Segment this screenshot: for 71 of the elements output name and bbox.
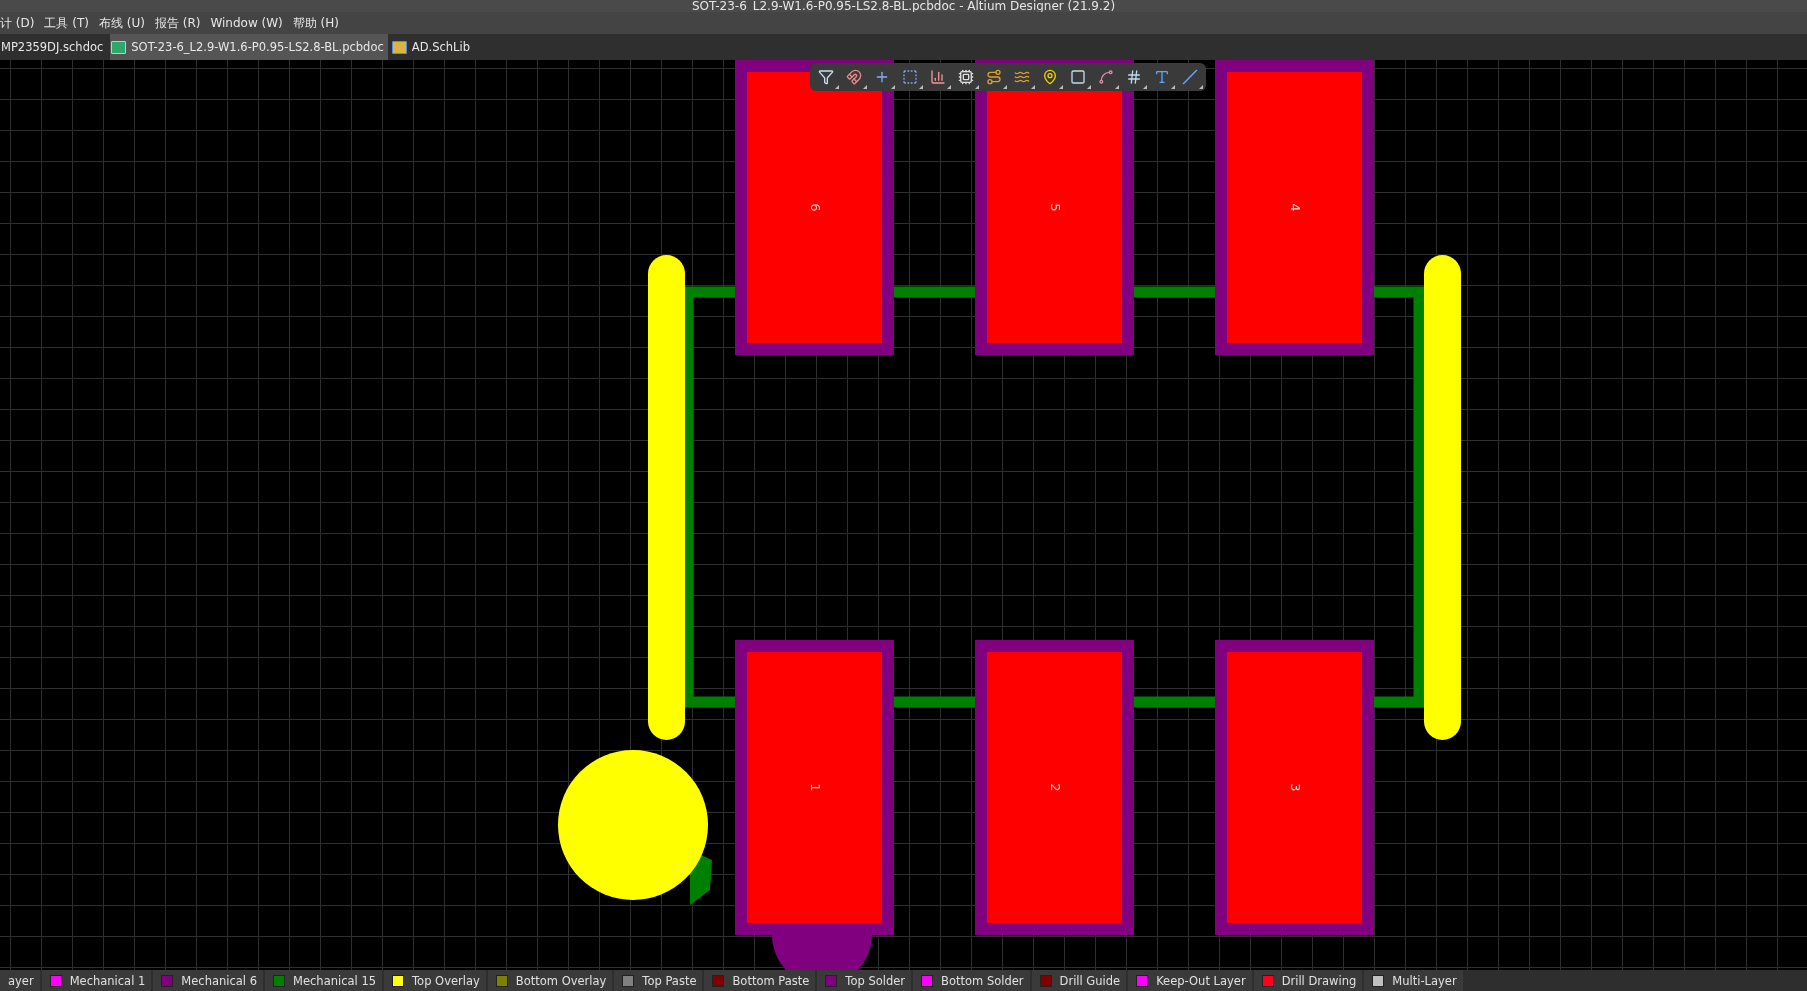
pad: 5 xyxy=(975,60,1134,355)
window-title: SOT-23-6_L2.9-W1.6-P0.95-LS2.8-BL.pcbdoc - Altium Designer (21.9.2) xyxy=(691,0,1116,12)
layer-name: Mechanical 1 xyxy=(69,973,146,988)
layer-tab[interactable]: Mechanical 15 xyxy=(265,970,383,991)
bar-chart-tool[interactable] xyxy=(928,67,948,87)
spline-tool[interactable] xyxy=(1096,67,1116,87)
menu-item[interactable]: 帮助 (H) xyxy=(292,14,339,32)
dashed-square-tool[interactable] xyxy=(900,67,920,87)
document-tab[interactable]: SOT-23-6_L2.9-W1.6-P0.95-LS2.8-BL.pcbdoc xyxy=(110,34,388,60)
layer-tab[interactable]: Bottom Overlay xyxy=(487,970,613,991)
pad: 2 xyxy=(975,640,1134,935)
filter-tool[interactable] xyxy=(816,67,836,87)
layer-tab[interactable]: ayer xyxy=(0,970,40,991)
document-icon xyxy=(391,40,407,54)
layer-tab[interactable]: Bottom Solder xyxy=(913,970,1030,991)
dashed-square-icon xyxy=(902,69,918,85)
layer-name: Mechanical 6 xyxy=(181,973,258,988)
tab-label: SOT-23-6_L2.9-W1.6-P0.95-LS2.8-BL.pcbdoc xyxy=(131,40,384,54)
pad: 4 xyxy=(1215,60,1374,355)
layer-tab[interactable]: Mechanical 6 xyxy=(153,970,264,991)
pad: 3 xyxy=(1215,640,1374,935)
document-tab[interactable]: AD.SchLib xyxy=(390,34,474,60)
layer-name: Top Overlay xyxy=(412,973,480,988)
bar-chart-icon xyxy=(930,69,946,85)
layer-tab[interactable]: Keep-Out Layer xyxy=(1128,970,1252,991)
layer-name: Top Solder xyxy=(845,973,906,988)
menu-item[interactable]: 布线 (U) xyxy=(98,14,145,32)
menu-item[interactable]: Window (W) xyxy=(210,16,283,30)
route-icon xyxy=(986,69,1002,85)
layer-name: Mechanical 15 xyxy=(293,973,377,988)
wave-icon xyxy=(1014,69,1030,85)
square-icon xyxy=(1070,69,1086,85)
layer-tab[interactable]: Multi-Layer xyxy=(1364,970,1463,991)
filter-icon xyxy=(818,69,834,85)
tab-label: MP2359DJ.schdoc xyxy=(1,40,104,54)
menu-item[interactable]: 工具 (T) xyxy=(44,14,89,32)
grid-number-icon xyxy=(1126,69,1142,85)
menu-item[interactable]: 计 (D) xyxy=(0,14,35,32)
layer-tab[interactable]: Top Overlay xyxy=(384,970,486,991)
layer-tab[interactable]: Mechanical 1 xyxy=(41,970,152,991)
route-tool[interactable] xyxy=(984,67,1004,87)
square-tool[interactable] xyxy=(1068,67,1088,87)
line-icon xyxy=(1182,69,1198,85)
layer-tab[interactable]: Top Paste xyxy=(614,970,703,991)
layer-name: Bottom Solder xyxy=(941,973,1024,988)
pad: 6 xyxy=(735,60,894,355)
tab-label: AD.SchLib xyxy=(411,40,470,54)
layer-tab[interactable]: Drill Drawing xyxy=(1253,970,1363,991)
layer-name: Multi-Layer xyxy=(1392,973,1457,988)
layer-name: Top Paste xyxy=(642,973,697,988)
document-icon xyxy=(111,40,127,54)
line-tool[interactable] xyxy=(1180,67,1200,87)
crosshair-icon xyxy=(874,69,890,85)
pin-icon xyxy=(1042,69,1058,85)
layer-name: Bottom Overlay xyxy=(515,973,607,988)
layer-tab[interactable]: Drill Guide xyxy=(1031,970,1127,991)
layer-tab[interactable]: Bottom Paste xyxy=(704,970,816,991)
document-tab[interactable]: MP2359DJ.schdoc xyxy=(0,34,108,60)
chip-icon xyxy=(958,69,974,85)
spline-icon xyxy=(1098,69,1114,85)
magnet-icon xyxy=(846,69,862,85)
layer-name: Drill Guide xyxy=(1059,973,1121,988)
menu-item[interactable]: 报告 (R) xyxy=(154,14,201,32)
text-icon xyxy=(1154,69,1170,85)
layer-name: Drill Drawing xyxy=(1281,973,1357,988)
layer-tab[interactable]: Top Solder xyxy=(817,970,912,991)
layer-name: Keep-Out Layer xyxy=(1156,973,1246,988)
layer-name: Bottom Paste xyxy=(732,973,810,988)
chip-tool[interactable] xyxy=(956,67,976,87)
magnet-tool[interactable] xyxy=(844,67,864,87)
layer-name: ayer xyxy=(8,973,34,988)
